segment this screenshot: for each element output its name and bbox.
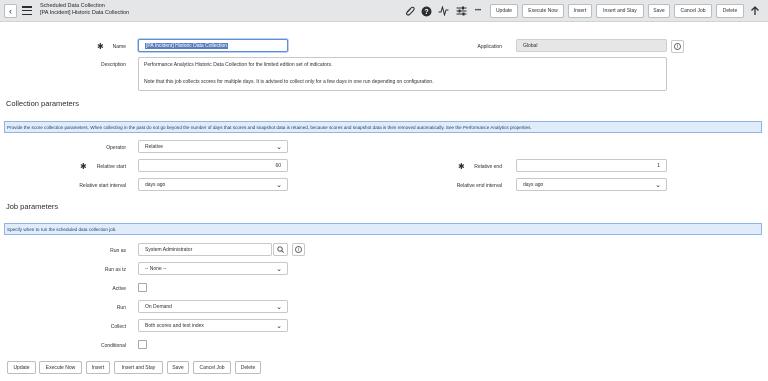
relative-start-value: 60 — [275, 162, 281, 169]
relative-end-label: Relative end — [474, 164, 502, 170]
chevron-left-icon: ‹ — [9, 5, 12, 16]
run-as-value: System Administrator — [145, 246, 193, 253]
relative-end-interval-label: Relative end interval — [456, 183, 502, 189]
job-info-text: Specify when to run the scheduled data c… — [7, 226, 117, 232]
hamburger-menu-icon[interactable] — [22, 6, 32, 15]
chevron-down-icon: ⌄ — [276, 323, 282, 330]
chevron-down-icon: ⌄ — [276, 144, 282, 151]
operator-label: Operator — [106, 145, 126, 151]
activity-icon[interactable] — [437, 5, 449, 17]
collect-select[interactable]: Both scores and text index ⌄ — [138, 319, 288, 332]
application-value: Global — [523, 42, 538, 49]
relative-end-interval-select[interactable]: days ago ⌄ — [516, 178, 667, 191]
application-field: Global — [516, 39, 667, 52]
insert-button[interactable]: Insert — [568, 4, 592, 18]
active-label: Active — [112, 286, 126, 292]
description-line-1: Performance Analytics Historic Data Coll… — [144, 62, 333, 68]
footer-execute-now-button[interactable]: Execute Now — [39, 361, 82, 374]
update-button[interactable]: Update — [490, 4, 518, 18]
cancel-job-button[interactable]: Cancel Job — [674, 4, 712, 18]
relative-start-input[interactable]: 60 — [138, 159, 288, 172]
collection-parameters-heading: Collection parameters — [6, 99, 79, 108]
name-value: [PA Incident] Historic Data Collection — [145, 42, 229, 49]
operator-value: Relative — [145, 143, 164, 150]
svg-text:?: ? — [424, 9, 428, 16]
relative-end-value: 1 — [657, 162, 660, 169]
description-label: Description — [100, 62, 126, 68]
collection-info-message: Provide the score collection parameters.… — [4, 121, 762, 133]
relative-end-interval-value: days ago — [523, 181, 544, 188]
relative-start-interval-select[interactable]: days ago ⌄ — [138, 178, 288, 191]
relative-start-interval-label: Relative start interval — [79, 183, 126, 189]
save-button[interactable]: Save — [648, 4, 670, 18]
description-textarea[interactable]: Performance Analytics Historic Data Coll… — [138, 57, 667, 91]
insert-and-stay-button[interactable]: Insert and Stay — [596, 4, 644, 18]
application-label: Application — [477, 44, 502, 50]
record-title: [PA Incident] Historic Data Collection — [40, 10, 130, 16]
chevron-down-icon: ⌄ — [655, 182, 661, 189]
run-value: On Demand — [145, 303, 172, 310]
application-info-button[interactable]: i — [671, 40, 684, 53]
conditional-label: Conditional — [100, 343, 126, 349]
job-parameters-heading: Job parameters — [6, 202, 59, 211]
collect-label: Collect — [110, 324, 126, 330]
name-input[interactable]: [PA Incident] Historic Data Collection — [138, 39, 288, 52]
info-icon: i — [295, 246, 302, 253]
relative-start-interval-value: days ago — [145, 181, 166, 188]
operator-select[interactable]: Relative ⌄ — [138, 140, 288, 153]
paperclip-icon[interactable] — [404, 5, 416, 17]
footer-update-button[interactable]: Update — [7, 361, 36, 374]
delete-button[interactable]: Delete — [716, 4, 744, 18]
conditional-checkbox[interactable] — [138, 340, 147, 349]
collection-info-text: Provide the score collection parameters.… — [7, 124, 532, 130]
run-as-input[interactable]: System Administrator — [138, 243, 272, 256]
footer-save-button[interactable]: Save — [167, 361, 189, 374]
collect-value: Both scores and text index — [145, 322, 204, 329]
job-info-message: Specify when to run the scheduled data c… — [4, 223, 762, 235]
search-icon — [277, 246, 284, 253]
more-icon[interactable]: ••• — [472, 5, 484, 17]
run-as-info-button[interactable]: i — [292, 243, 305, 256]
run-as-lookup-button[interactable] — [273, 243, 288, 256]
footer-cancel-job-button[interactable]: Cancel Job — [193, 361, 231, 374]
chevron-down-icon: ⌄ — [276, 266, 282, 273]
help-icon[interactable]: ? — [420, 5, 432, 17]
run-as-label: Run as — [110, 248, 126, 254]
active-checkbox[interactable] — [138, 283, 147, 292]
relative-start-label: Relative start — [96, 164, 126, 170]
name-label: Name — [112, 44, 126, 50]
form-title: Scheduled Data Collection — [40, 3, 105, 9]
settings-sliders-icon[interactable] — [455, 5, 467, 17]
chevron-down-icon: ⌄ — [276, 304, 282, 311]
chevron-down-icon: ⌄ — [276, 182, 282, 189]
back-button[interactable]: ‹ — [4, 4, 17, 18]
footer-insert-button[interactable]: Insert — [86, 361, 110, 374]
run-as-tz-select[interactable]: -- None -- ⌄ — [138, 262, 288, 275]
relative-end-input[interactable]: 1 — [516, 159, 667, 172]
execute-now-button[interactable]: Execute Now — [522, 4, 564, 18]
arrow-up-icon[interactable] — [749, 4, 761, 17]
footer-delete-button[interactable]: Delete — [235, 361, 261, 374]
run-select[interactable]: On Demand ⌄ — [138, 300, 288, 313]
description-line-2: Note that this job collects scores for m… — [144, 79, 434, 85]
info-icon: i — [674, 43, 681, 50]
run-label: Run — [116, 305, 126, 311]
form-header: ‹ Scheduled Data Collection [PA Incident… — [0, 0, 768, 22]
run-as-tz-value: -- None -- — [145, 265, 167, 272]
footer-insert-and-stay-button[interactable]: Insert and Stay — [114, 361, 163, 374]
run-as-tz-label: Run as tz — [104, 267, 126, 273]
